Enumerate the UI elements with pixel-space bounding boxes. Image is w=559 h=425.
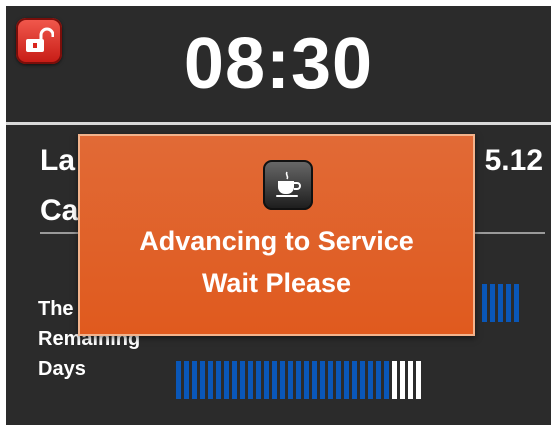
days-bar-filled-segment <box>184 361 189 399</box>
remaining-days-bar <box>176 361 421 399</box>
days-bar-filled-segment <box>376 361 381 399</box>
days-bar-filled-segment <box>272 361 277 399</box>
row1-bar-filled-segment <box>514 284 519 322</box>
days-bar-filled-segment <box>224 361 229 399</box>
info-row1-label: La <box>40 144 76 177</box>
days-bar-filled-segment <box>328 361 333 399</box>
days-bar-filled-segment <box>288 361 293 399</box>
clock-display: 08:30 <box>183 24 374 104</box>
days-bar-filled-segment <box>296 361 301 399</box>
days-bar-empty-segment <box>400 361 405 399</box>
service-dialog: Advancing to Service Wait Please <box>78 134 475 336</box>
days-bar-filled-segment <box>264 361 269 399</box>
days-bar-filled-segment <box>304 361 309 399</box>
days-bar-filled-segment <box>176 361 181 399</box>
remaining-days-label-line3: Days <box>38 358 86 380</box>
remaining-days-label-line1: The <box>38 298 74 320</box>
days-bar-filled-segment <box>200 361 205 399</box>
days-bar-filled-segment <box>344 361 349 399</box>
days-bar-filled-segment <box>320 361 325 399</box>
days-bar-filled-segment <box>352 361 357 399</box>
info-row1-value: 5.12 <box>484 144 543 177</box>
dialog-message-line1: Advancing to Service <box>139 226 414 256</box>
days-bar-filled-segment <box>368 361 373 399</box>
row1-bar-filled-segment <box>482 284 487 322</box>
days-bar-empty-segment <box>408 361 413 399</box>
days-bar-filled-segment <box>208 361 213 399</box>
info-row2-label: Ca <box>40 194 79 227</box>
progress-bar-row1 <box>482 284 519 322</box>
device-screen: 08:30 La 5.12 Ca The Remaining Days Adva… <box>6 6 551 425</box>
days-bar-filled-segment <box>336 361 341 399</box>
days-bar-filled-segment <box>248 361 253 399</box>
days-bar-empty-segment <box>416 361 421 399</box>
days-bar-filled-segment <box>192 361 197 399</box>
days-bar-filled-segment <box>256 361 261 399</box>
row1-bar-filled-segment <box>498 284 503 322</box>
days-bar-filled-segment <box>312 361 317 399</box>
days-bar-filled-segment <box>280 361 285 399</box>
days-bar-filled-segment <box>216 361 221 399</box>
row1-bar-filled-segment <box>506 284 511 322</box>
days-bar-filled-segment <box>232 361 237 399</box>
days-bar-empty-segment <box>392 361 397 399</box>
days-bar-filled-segment <box>360 361 365 399</box>
coffee-cup-icon <box>263 160 313 210</box>
row1-bar-filled-segment <box>490 284 495 322</box>
header-divider <box>6 122 551 125</box>
days-bar-filled-segment <box>384 361 389 399</box>
dialog-message-line2: Wait Please <box>201 268 352 298</box>
days-bar-filled-segment <box>240 361 245 399</box>
